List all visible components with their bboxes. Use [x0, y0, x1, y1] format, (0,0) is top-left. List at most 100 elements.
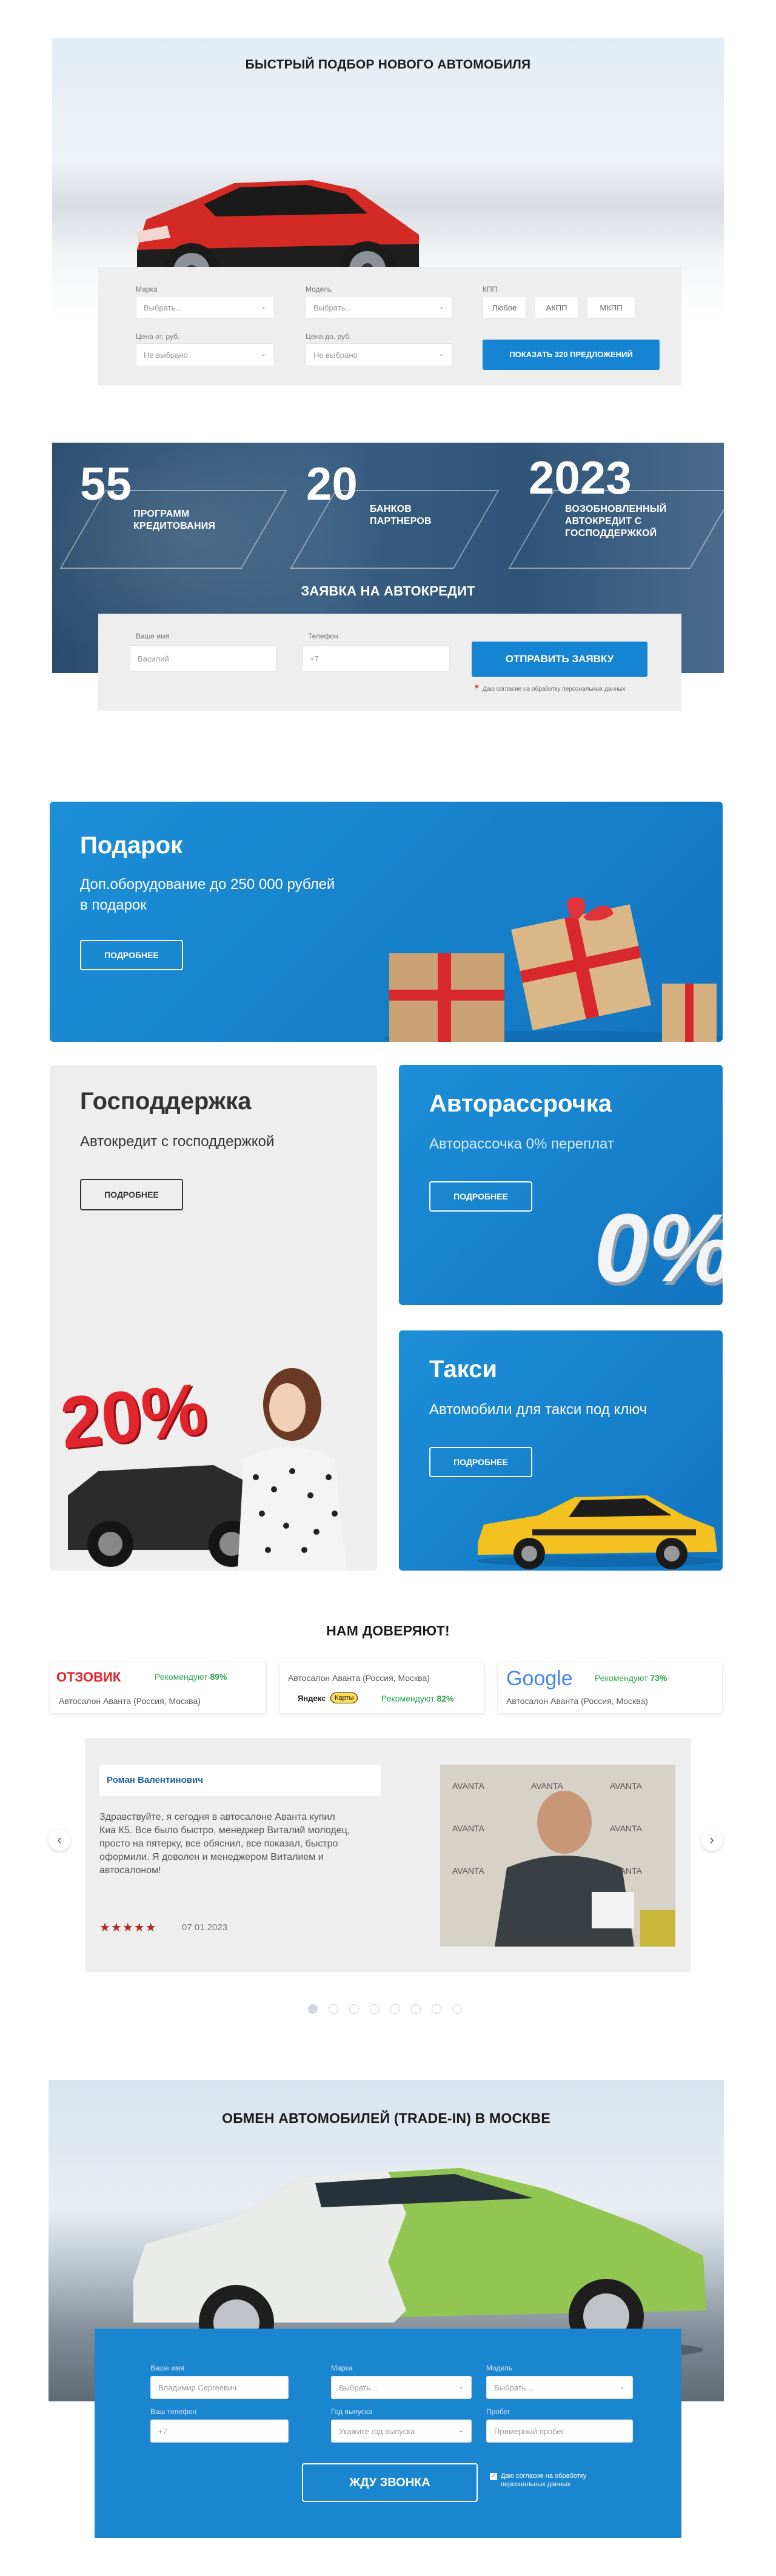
stat-label-line: ПРОГРАММ [133, 509, 190, 519]
phone-label: Телефон [308, 632, 338, 640]
stat-number-year: 2023 [529, 452, 632, 504]
name-input[interactable]: Василий [130, 645, 276, 672]
price-from-select[interactable]: Не выбрано ⌄ [136, 343, 274, 366]
chevron-down-icon: ⌄ [458, 2383, 464, 2390]
stat-label-banks: БАНКОВ ПАРТНЕРОВ [370, 503, 432, 528]
review-text-line: автосалоном! [99, 1865, 161, 1876]
slider-dot[interactable] [432, 2004, 441, 2014]
otzovik-source[interactable]: ОТЗОВИК Рекомендуют 89% Автосалон Аванта… [50, 1662, 267, 1714]
taxi-more-button[interactable]: ПОДРОБНЕЕ [429, 1447, 532, 1477]
google-logo: Google [506, 1667, 573, 1690]
recommend-text: Рекомендуют [595, 1673, 648, 1683]
slider-dot[interactable] [329, 2004, 338, 2014]
prev-arrow-icon[interactable]: ‹ [48, 1829, 70, 1851]
brand-select[interactable]: Выбрать... ⌄ [136, 296, 274, 319]
phone-input[interactable]: +7 [302, 645, 450, 672]
tradein-year-select[interactable]: Укажите год выпуска ⌄ [331, 2420, 472, 2443]
review-text-line: Здравствуйте, я сегодня в автосалоне Ава… [99, 1812, 335, 1822]
stat-label-line: БАНКОВ [370, 504, 412, 514]
installment-card[interactable]: Авторассрочка Авторассочка 0% переплат П… [399, 1065, 723, 1305]
next-arrow-icon[interactable]: › [701, 1829, 723, 1851]
consent-checkbox[interactable]: ✓ [490, 2473, 497, 2480]
gift-text-line: в подарок [80, 897, 147, 913]
price-from-value: Не выбрано [144, 351, 188, 360]
stat-number-banks: 20 [306, 458, 358, 510]
kpp-label: КПП [483, 285, 498, 293]
stat-label-year: ВОЗОБНОВЛЕННЫЙ АВТОКРЕДИТ С ГОСПОДДЕРЖКОЙ [565, 503, 667, 540]
tradein-name-input[interactable]: Владимир Сергеевич [150, 2376, 289, 2399]
kpp-any-button[interactable]: Любое [483, 296, 526, 319]
customer-photo: AVANTA AVANTA AVANTAAVANTA AVANTAAVANTA AVAN… [440, 1765, 675, 1947]
installment-more-button[interactable]: ПОДРОБНЕЕ [429, 1181, 532, 1212]
chevron-down-icon: ⌄ [619, 2383, 625, 2390]
otzovik-recommend: Рекомендуют 89% [155, 1672, 227, 1682]
taxi-car-image [478, 1495, 720, 1569]
recommend-percent: 82% [436, 1694, 454, 1703]
support-more-button[interactable]: ПОДРОБНЕЕ [80, 1179, 183, 1210]
svg-text:AVANTA: AVANTA [452, 1781, 485, 1791]
credit-form: Ваше имя Василий Телефон +7 ОТПРАВИТЬ ЗА… [98, 614, 681, 711]
chevron-down-icon: ⌄ [438, 351, 444, 358]
model-select-value: Выбрать... [313, 303, 352, 312]
review-text-line: просто на пятерку, все обяснил, все пока… [99, 1839, 338, 1849]
credit-form-title: ЗАЯВКА НА АВТОКРЕДИТ [301, 583, 475, 599]
stat-label-line: ГОСПОДДЕРЖКОЙ [565, 528, 657, 538]
slider-dot[interactable] [370, 2004, 380, 2014]
request-call-button[interactable]: ЖДУ ЗВОНКА [302, 2463, 478, 2502]
google-dealer: Автосалон Аванта (Россия, Москва) [506, 1696, 648, 1706]
stat-label-line: ПАРТНЕРОВ [370, 516, 432, 526]
stat-label-line: ВОЗОБНОВЛЕННЫЙ [565, 504, 667, 514]
tradein-form: Ваше имя Владимир Сергеевич Ваш телефон … [95, 2329, 681, 2538]
tradein-phone-input[interactable]: +7 [150, 2420, 289, 2443]
price-from-label: Цена от, руб. [136, 332, 180, 341]
state-support-card[interactable]: Господдержка Автокредит с господдержкой … [50, 1065, 377, 1571]
yandex-source[interactable]: Автосалон Аванта (Россия, Москва) Яндекс… [279, 1662, 485, 1714]
tradein-brand-select[interactable]: Выбрать... ⌄ [331, 2376, 472, 2399]
slider-dot[interactable] [452, 2004, 462, 2014]
slider-dot-active[interactable] [308, 2004, 318, 2014]
tradein-model-value: Выбрать... [494, 2383, 533, 2392]
review-author: Роман Валентинович [107, 1775, 203, 1785]
brand-label: Марка [136, 285, 158, 293]
kpp-automatic-button[interactable]: АКПП [535, 296, 578, 319]
tradein-title: ОБМЕН АВТОМОБИЛЕЙ (TRADE-IN) В МОСКВЕ [222, 2110, 550, 2126]
svg-text:AVANTA: AVANTA [610, 1823, 643, 1833]
gift-card[interactable]: Подарок Доп.оборудование до 250 000 рубл… [50, 802, 723, 1042]
google-source[interactable]: Google Рекомендуют 73% Автосалон Аванта … [497, 1662, 723, 1714]
review-card: Роман Валентинович Здравствуйте, я сегод… [85, 1738, 691, 1972]
price-to-select[interactable]: Не выбрано ⌄ [306, 343, 452, 366]
kpp-manual-button[interactable]: МКПП [587, 296, 635, 319]
review-text-line: оформили. Я доволен и менеджером Виталие… [99, 1852, 324, 1862]
send-request-button[interactable]: ОТПРАВИТЬ ЗАЯВКУ [472, 642, 647, 677]
stat-label-line: АВТОКРЕДИТ С [565, 516, 642, 526]
gift-title: Подарок [80, 832, 183, 859]
tradein-brand-value: Выбрать... [339, 2383, 378, 2392]
recommend-percent: 89% [210, 1672, 227, 1682]
slider-dot[interactable] [349, 2004, 359, 2014]
tradein-consent-text[interactable]: Даю согласие на обработку персональных д… [501, 2472, 586, 2489]
tradein-mileage-input[interactable]: Примерный пробег [486, 2420, 633, 2443]
recommend-percent: 73% [650, 1673, 667, 1683]
tradein-model-select[interactable]: Выбрать... ⌄ [486, 2376, 633, 2399]
gift-text: Доп.оборудование до 250 000 рублей в пода… [80, 874, 335, 916]
show-offers-button[interactable]: ПОКАЗАТЬ 320 ПРЕДЛОЖЕНИЙ [483, 340, 660, 370]
model-select[interactable]: Выбрать... ⌄ [306, 296, 452, 319]
svg-text:AVANTA: AVANTA [452, 1823, 485, 1833]
tradein-mileage-label: Пробег [486, 2407, 510, 2416]
taxi-card[interactable]: Такси Автомобили для такси под ключ ПОДР… [399, 1330, 723, 1571]
taxi-text: Автомобили для такси под ключ [429, 1401, 647, 1418]
slider-dot[interactable] [411, 2004, 421, 2014]
stat-label-programs: ПРОГРАММ КРЕДИТОВАНИЯ [133, 508, 215, 532]
tradein-phone-label: Ваш телефон [150, 2407, 197, 2416]
yandex-recommend: Рекомендуют 82% [381, 1694, 453, 1703]
consent-text[interactable]: Даю согласие на обработку персональных д… [483, 686, 626, 693]
svg-text:AVANTA: AVANTA [531, 1781, 564, 1791]
gift-text-line: Доп.оборудование до 250 000 рублей [80, 876, 335, 893]
gift-more-button[interactable]: ПОДРОБНЕЕ [80, 940, 183, 970]
selection-form: Марка Выбрать... ⌄ Модель Выбрать... ⌄ КПП… [98, 267, 681, 385]
trust-title: НАМ ДОВЕРЯЮТ! [326, 1623, 450, 1639]
review-date: 07.01.2023 [182, 1922, 228, 1933]
slider-dot[interactable] [390, 2004, 400, 2014]
recommend-text: Рекомендуют [155, 1672, 208, 1682]
chevron-down-icon: ⌄ [260, 351, 266, 358]
